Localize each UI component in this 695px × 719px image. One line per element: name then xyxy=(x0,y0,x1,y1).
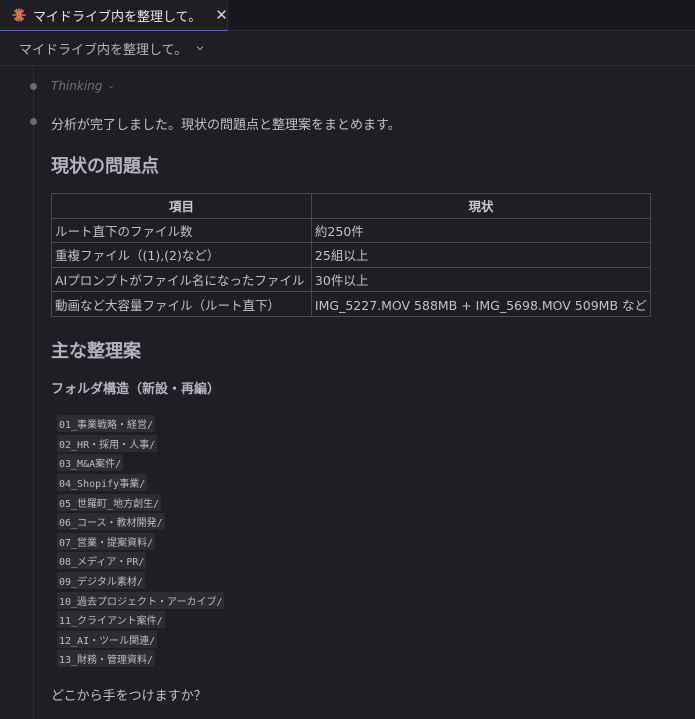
tab-title: マイドライブ内を整理して。 xyxy=(33,9,202,25)
close-icon[interactable]: ✕ xyxy=(215,7,228,23)
list-item: 12_AI・ツール関連/ xyxy=(57,630,224,650)
table-cell: 動画など大容量ファイル（ルート直下） xyxy=(51,291,312,317)
table-cell: 30件以上 xyxy=(310,266,652,293)
table-row: ルート直下のファイル数 約250件 xyxy=(51,217,652,244)
chevron-down-icon[interactable] xyxy=(195,43,205,53)
list-item: 04_Shopify事業/ xyxy=(57,473,224,493)
timeline-bullet xyxy=(30,83,37,90)
conversation-title[interactable]: マイドライブ内を整理して。 xyxy=(19,39,187,58)
list-item: 09_デジタル素材/ xyxy=(57,571,224,591)
list-item: 10_過去プロジェクト・アーカイブ/ xyxy=(57,590,225,610)
list-item: 05_世羅町_地方創生/ xyxy=(57,492,224,512)
folder-code: 04_Shopify事業/ xyxy=(57,474,148,492)
table-cell: IMG_5227.MOV 588MB + IMG_5698.MOV 509MB … xyxy=(310,291,652,317)
chevron-down-icon: ⌄ xyxy=(107,81,115,91)
list-item: 02_HR・採用・人事/ xyxy=(57,434,224,454)
list-item: 11_クライアント案件/ xyxy=(57,610,224,630)
table-row: 動画など大容量ファイル（ルート直下） IMG_5227.MOV 588MB + … xyxy=(51,291,652,317)
table-row: 重複ファイル（(1),(2)など） 25組以上 xyxy=(51,242,652,268)
list-item: 06_コース・教材開発/ xyxy=(57,512,224,532)
folder-code: 02_HR・採用・人事/ xyxy=(57,434,158,452)
folder-list: 01_事業戦略・経営/ 02_HR・採用・人事/ 03_M&A案件/ 04_Sh… xyxy=(57,414,225,669)
table-header-cell: 項目 xyxy=(51,193,312,219)
table-cell: ルート直下のファイル数 xyxy=(51,217,312,244)
folder-code: 11_クライアント案件/ xyxy=(57,611,165,629)
table-cell: 約250件 xyxy=(310,217,652,244)
folder-code: 01_事業戦略・経営/ xyxy=(57,415,156,433)
claude-sparkle-icon xyxy=(12,8,26,22)
table-row: AIプロンプトがファイル名になったファイル 30件以上 xyxy=(51,266,652,293)
section-heading: 現状の問題点 xyxy=(51,156,159,177)
table-header-cell: 現状 xyxy=(310,193,652,219)
list-item: 08_メディア・PR/ xyxy=(57,551,224,571)
folder-code: 13_財務・管理資料/ xyxy=(57,650,156,668)
folder-code: 06_コース・教材開発/ xyxy=(57,513,165,531)
folder-code: 07_営業・提案資料/ xyxy=(57,532,156,550)
folder-code: 05_世羅町_地方創生/ xyxy=(57,493,162,511)
list-item: 01_事業戦略・経営/ xyxy=(57,414,224,434)
section-heading: 主な整理案 xyxy=(51,341,141,362)
timeline-bullet xyxy=(30,118,37,125)
status-table: 項目 現状 ルート直下のファイル数 約250件 重複ファイル（(1),(2)など… xyxy=(51,193,652,317)
list-item: 13_財務・管理資料/ xyxy=(57,649,224,669)
folder-code: 09_デジタル素材/ xyxy=(57,572,145,590)
folder-code: 12_AI・ツール関連/ xyxy=(57,630,158,648)
list-item: 03_M&A案件/ xyxy=(57,453,224,473)
table-cell: AIプロンプトがファイル名になったファイル xyxy=(51,266,312,293)
folder-code: 08_メディア・PR/ xyxy=(57,552,147,570)
timeline-guide xyxy=(33,66,34,719)
tab-bar: マイドライブ内を整理して。 ✕ xyxy=(0,0,695,31)
table-header-row: 項目 現状 xyxy=(51,193,652,219)
list-item: 07_営業・提案資料/ xyxy=(57,532,224,552)
tab-active[interactable]: マイドライブ内を整理して。 ✕ xyxy=(0,0,228,31)
folder-code: 10_過去プロジェクト・アーカイブ/ xyxy=(57,591,225,609)
conversation-header: マイドライブ内を整理して。 xyxy=(0,31,695,66)
table-cell: 25組以上 xyxy=(310,242,652,268)
intro-text: 分析が完了しました。現状の問題点と整理案をまとめます。 xyxy=(51,118,401,133)
folder-code: 03_M&A案件/ xyxy=(57,454,124,472)
thinking-toggle[interactable]: Thinking ⌄ xyxy=(51,79,115,93)
closing-question: どこから手をつけますか？ xyxy=(51,689,207,704)
message-content: Thinking ⌄ 分析が完了しました。現状の問題点と整理案をまとめます。 現… xyxy=(0,66,695,719)
subsection-heading: フォルダ構造（新設・再編） xyxy=(51,382,221,397)
thinking-label: Thinking xyxy=(51,79,103,93)
table-cell: 重複ファイル（(1),(2)など） xyxy=(51,242,312,268)
